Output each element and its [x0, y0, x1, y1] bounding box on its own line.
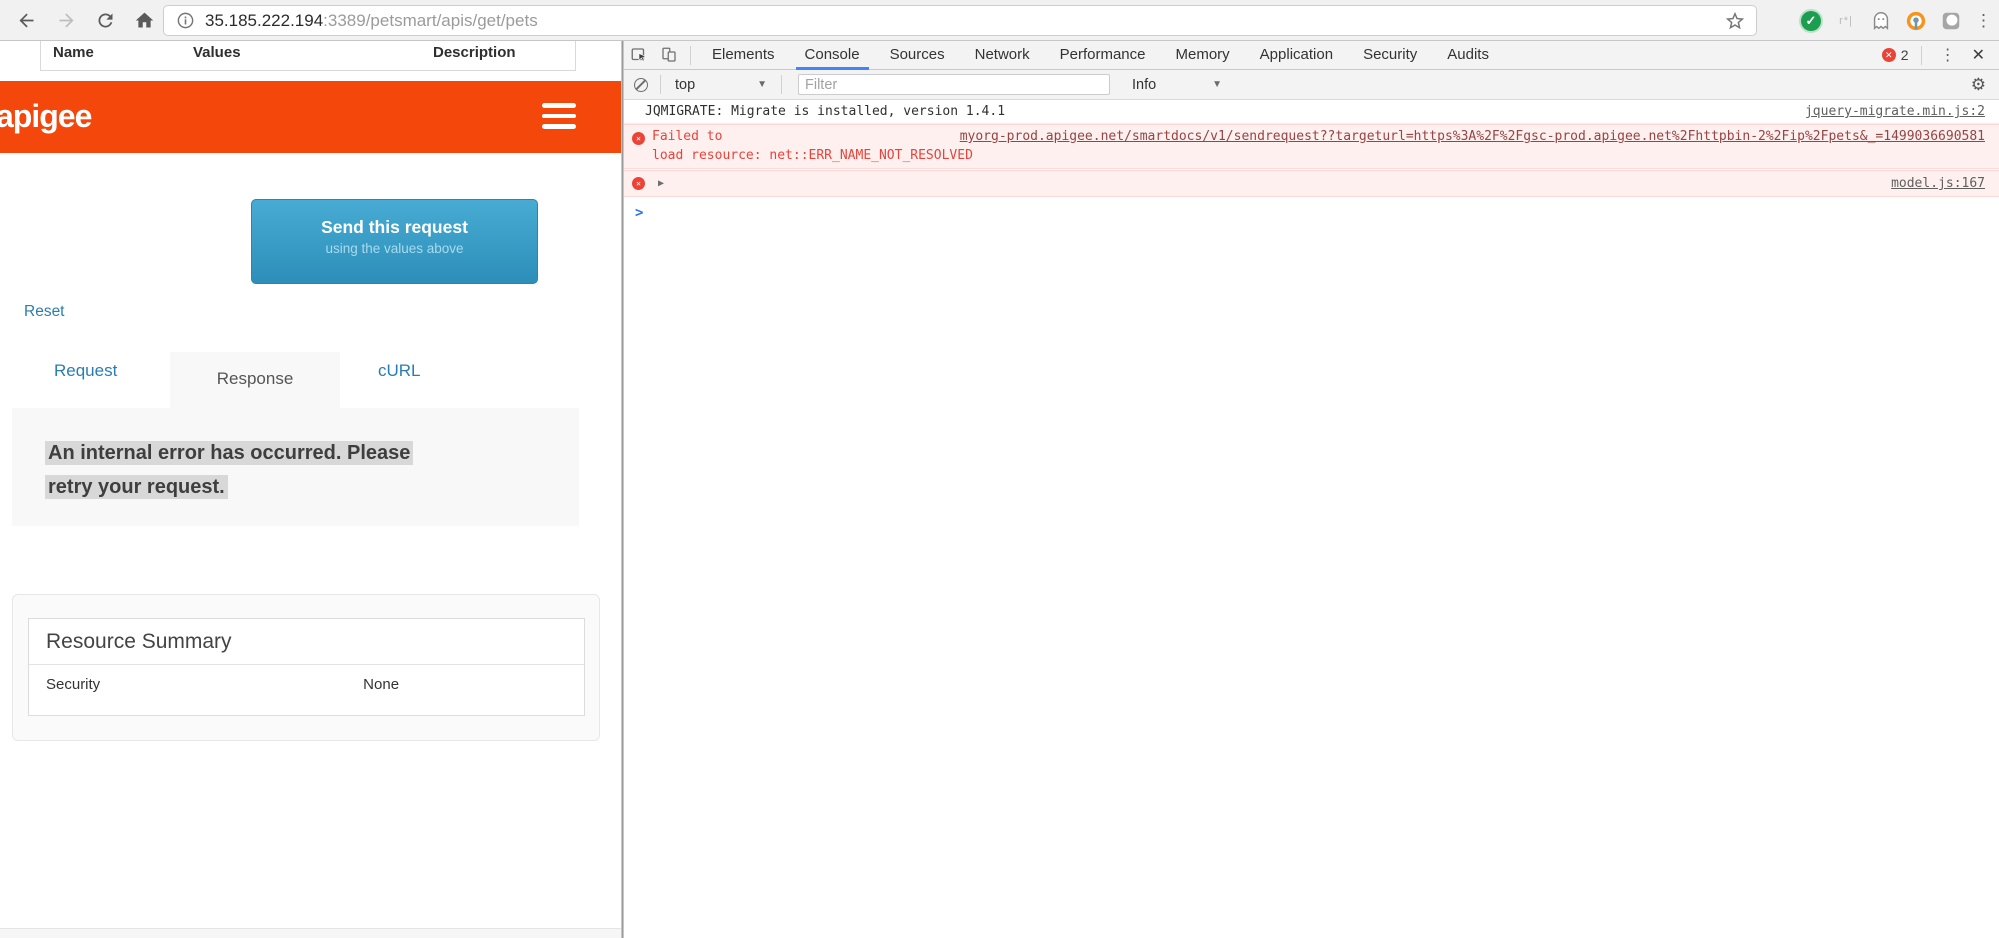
- console-settings-gear-icon[interactable]: ⚙: [1971, 75, 1986, 95]
- console-message-error-object: ✕ ▶ model.js:167: [624, 170, 1999, 197]
- tab-curl[interactable]: cURL: [378, 361, 421, 381]
- web-page: Name Values Description apigee Send this…: [0, 41, 621, 938]
- devtools-tab-application[interactable]: Application: [1245, 41, 1348, 70]
- devtools-close-icon[interactable]: ✕: [1968, 45, 1999, 65]
- table-border: [575, 41, 576, 71]
- faint-extension-icon[interactable]: r*|: [1835, 10, 1857, 32]
- devtools-tabbar: Elements Console Sources Network Perform…: [624, 41, 1999, 70]
- divider: [781, 75, 782, 94]
- gray-square-extension-icon[interactable]: [1940, 10, 1962, 32]
- browser-toolbar: 35.185.222.194:3389/petsmart/apis/get/pe…: [0, 0, 1999, 41]
- url-bar[interactable]: 35.185.222.194:3389/petsmart/apis/get/pe…: [163, 5, 1757, 36]
- url-text: 35.185.222.194:3389/petsmart/apis/get/pe…: [205, 11, 538, 31]
- error-icon: ✕: [632, 177, 645, 190]
- page-footer-strip: [0, 928, 621, 938]
- error-count: 2: [1901, 47, 1909, 63]
- console-messages: JQMIGRATE: Migrate is installed, version…: [624, 100, 1999, 938]
- devtools-tab-memory[interactable]: Memory: [1161, 41, 1245, 70]
- console-message-info: JQMIGRATE: Migrate is installed, version…: [624, 100, 1999, 124]
- devtools-tab-sources[interactable]: Sources: [875, 41, 960, 70]
- console-source-link[interactable]: jquery-migrate.min.js:2: [1805, 104, 1985, 119]
- response-panel: An internal error has occurred. Please r…: [12, 408, 579, 526]
- expand-triangle-icon[interactable]: ▶: [658, 178, 664, 189]
- log-level-value: Info: [1132, 77, 1156, 93]
- error-text-part2: load resource: net::ERR_NAME_NOT_RESOLVE…: [632, 148, 1985, 163]
- resource-summary-card: Resource Summary Security None: [28, 618, 585, 716]
- table-header-description: Description: [433, 44, 516, 61]
- error-request-link[interactable]: myorg-prod.apigee.net/smartdocs/v1/sendr…: [960, 129, 1985, 145]
- log-level-selector[interactable]: Info ▼: [1122, 77, 1232, 93]
- devtools-tab-network[interactable]: Network: [960, 41, 1045, 70]
- console-toolbar: top ▼ Info ▼ ⚙: [624, 70, 1999, 100]
- error-count-badge[interactable]: ✕ 2: [1882, 47, 1909, 63]
- devtools-tab-security[interactable]: Security: [1348, 41, 1432, 70]
- clear-console-icon[interactable]: [634, 78, 648, 92]
- devtools-tab-performance[interactable]: Performance: [1045, 41, 1161, 70]
- resource-summary-row-value: None: [363, 676, 399, 693]
- devtools-tab-audits[interactable]: Audits: [1432, 41, 1504, 70]
- table-border: [40, 70, 576, 71]
- devtools-tab-elements[interactable]: Elements: [697, 41, 790, 70]
- console-message-error: ✕ Failed to myorg-prod.apigee.net/smartd…: [624, 124, 1999, 169]
- hamburger-menu-icon[interactable]: [542, 103, 576, 130]
- resource-summary-panel: Resource Summary Security None: [12, 594, 600, 741]
- adblock-check-extension-icon[interactable]: ✓: [1800, 10, 1822, 32]
- home-icon[interactable]: [132, 8, 156, 32]
- resource-summary-row-label: Security: [46, 676, 359, 693]
- devtools-menu-icon[interactable]: ⋮: [1928, 45, 1968, 65]
- reload-icon[interactable]: [93, 8, 117, 32]
- console-source-link[interactable]: model.js:167: [1891, 176, 1985, 191]
- resource-summary-row: Security None: [29, 665, 584, 693]
- devtools-panel: Elements Console Sources Network Perform…: [624, 41, 1999, 938]
- table-border: [40, 41, 41, 71]
- divider: [1921, 46, 1922, 65]
- screen: 35.185.222.194:3389/petsmart/apis/get/pe…: [0, 0, 1999, 938]
- send-request-button[interactable]: Send this request using the values above: [251, 199, 538, 284]
- tab-response[interactable]: Response: [170, 352, 340, 409]
- error-icon: ✕: [1882, 48, 1896, 62]
- chevron-down-icon: ▼: [1212, 79, 1222, 90]
- apigee-header-band: apigee: [0, 81, 621, 153]
- url-host: 35.185.222.194: [205, 11, 323, 30]
- console-prompt[interactable]: >: [624, 197, 1999, 221]
- vpn-keyhole-extension-icon[interactable]: [1905, 10, 1927, 32]
- reset-link[interactable]: Reset: [24, 303, 65, 321]
- error-icon: ✕: [632, 132, 645, 145]
- url-path: :3389/petsmart/apis/get/pets: [323, 11, 538, 30]
- apigee-logo: apigee: [0, 98, 91, 135]
- response-error-text: An internal error has occurred. Please r…: [45, 436, 515, 504]
- send-request-button-subtitle: using the values above: [252, 241, 537, 256]
- forward-icon[interactable]: [54, 8, 78, 32]
- back-icon[interactable]: [14, 8, 38, 32]
- context-selector[interactable]: top ▼: [667, 77, 775, 93]
- response-error-line2: retry your request.: [45, 475, 228, 499]
- extensions-area: ✓ r*| ⋮: [1800, 0, 1991, 41]
- console-filter-input[interactable]: [798, 74, 1110, 95]
- divider: [690, 46, 691, 65]
- error-text-part1: Failed to: [652, 129, 722, 145]
- context-selector-value: top: [675, 77, 695, 93]
- send-request-button-title: Send this request: [252, 217, 537, 238]
- browser-menu-icon[interactable]: ⋮: [1975, 11, 1991, 31]
- page-info-icon[interactable]: [176, 11, 195, 30]
- inspect-element-icon[interactable]: [624, 41, 654, 69]
- devtools-tab-console[interactable]: Console: [790, 41, 875, 70]
- console-prompt-chevron: >: [635, 205, 643, 221]
- chevron-down-icon: ▼: [757, 79, 767, 90]
- table-header-name: Name: [53, 44, 94, 61]
- device-toolbar-icon[interactable]: [654, 41, 684, 69]
- console-message-text: JQMIGRATE: Migrate is installed, version…: [645, 104, 1005, 119]
- bookmark-star-icon[interactable]: [1724, 10, 1746, 32]
- table-header-values: Values: [193, 44, 241, 61]
- response-error-line1: An internal error has occurred. Please: [45, 441, 413, 465]
- divider: [660, 75, 661, 94]
- ghost-extension-icon[interactable]: [1870, 10, 1892, 32]
- tab-request[interactable]: Request: [54, 361, 117, 381]
- resource-summary-title: Resource Summary: [29, 619, 584, 665]
